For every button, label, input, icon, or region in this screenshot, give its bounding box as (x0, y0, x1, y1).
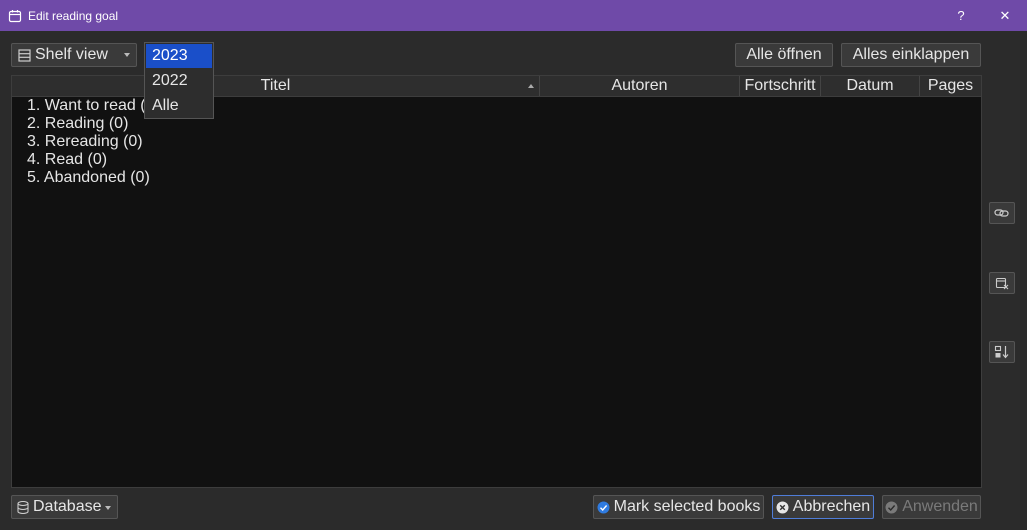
apply-label: Anwenden (902, 498, 978, 515)
database-label: Database (33, 498, 102, 515)
calendar-remove-icon (995, 277, 1009, 290)
sort-ascending-icon (528, 84, 534, 88)
mark-selected-books-label: Mark selected books (613, 498, 761, 515)
link-button[interactable] (989, 202, 1015, 224)
table-row[interactable]: 4. Read (0) (12, 151, 981, 169)
link-icon (994, 209, 1009, 217)
sort-button[interactable] (989, 341, 1015, 363)
column-header-date[interactable]: Datum (821, 76, 920, 96)
collapse-all-button[interactable]: Alles einklappen (841, 43, 981, 67)
check-circle-icon (885, 501, 898, 513)
mark-selected-books-button[interactable]: Mark selected books (593, 495, 764, 519)
cancel-button[interactable]: Abbrechen (772, 495, 874, 519)
year-option-2022[interactable]: 2022 (145, 69, 213, 93)
help-button[interactable]: ? (939, 0, 983, 31)
window-title: Edit reading goal (28, 8, 119, 23)
column-header-pages[interactable]: Pages (920, 76, 981, 96)
close-circle-icon (776, 501, 789, 513)
shelf-icon (18, 48, 31, 62)
view-mode-label: Shelf view (35, 46, 108, 63)
sort-down-icon (994, 345, 1009, 359)
table-row[interactable]: 3. Rereading (0) (12, 133, 981, 151)
apply-button[interactable]: Anwenden (882, 495, 981, 519)
database-dropdown[interactable]: Database (11, 495, 118, 519)
books-table[interactable]: Titel Autoren Fortschritt Datum Pages 1.… (11, 75, 982, 488)
database-icon (17, 500, 29, 514)
column-header-title[interactable]: Titel (12, 76, 540, 96)
title-bar: Edit reading goal ? ✕ (0, 0, 1027, 31)
table-row[interactable]: 5. Abandoned (0) (12, 169, 981, 187)
year-option-2023[interactable]: 2023 (146, 44, 212, 68)
view-mode-dropdown[interactable]: Shelf view (11, 43, 137, 67)
column-header-progress[interactable]: Fortschritt (740, 76, 821, 96)
calendar-icon (8, 9, 22, 22)
chevron-down-icon (124, 53, 130, 57)
open-all-button[interactable]: Alle öffnen (735, 43, 833, 67)
remove-date-button[interactable] (989, 272, 1015, 294)
close-button[interactable]: ✕ (983, 0, 1027, 31)
cancel-label: Abbrechen (792, 498, 871, 515)
chevron-down-icon (105, 506, 111, 510)
year-option-all[interactable]: Alle (145, 94, 213, 118)
column-header-authors[interactable]: Autoren (540, 76, 740, 96)
check-badge-icon (597, 501, 610, 513)
year-dropdown-list[interactable]: 2023 2022 Alle (144, 42, 214, 119)
